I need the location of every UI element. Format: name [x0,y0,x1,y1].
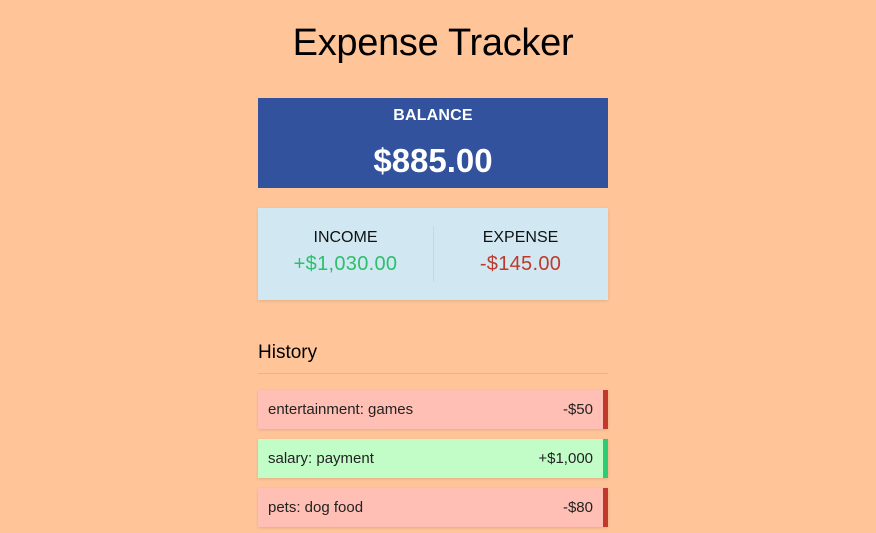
history-item-salary[interactable]: salary: payment +$1,000 [258,439,608,478]
expense-section: EXPENSE -$145.00 [433,208,608,300]
history-list: entertainment: games -$50 salary: paymen… [258,390,608,533]
history-title: History [258,342,318,363]
history-item-entertainment[interactable]: entertainment: games -$50 [258,390,608,429]
expense-label: EXPENSE [482,229,559,246]
history-item-text: entertainment: games [268,401,414,418]
history-item-pets[interactable]: pets: dog food -$80 [258,488,608,527]
income-expense-card: INCOME +$1,030.00 EXPENSE -$145.00 [258,208,608,300]
history-item-amount: +$1,000 [538,450,593,467]
history-divider [258,373,608,374]
expense-tracker-app: Expense Tracker BALANCE $885.00 INCOME +… [0,0,876,533]
expense-amount: -$145.00 [479,253,562,275]
income-amount: +$1,030.00 [293,253,398,275]
history-item-amount: -$80 [562,499,593,516]
history-item-text: pets: dog food [268,499,364,516]
balance-amount: $885.00 [373,142,493,179]
income-section: INCOME +$1,030.00 [258,208,433,300]
history-item-amount: -$50 [562,401,593,418]
balance-label: BALANCE [393,107,473,124]
page-title: Expense Tracker [292,22,574,64]
balance-card: BALANCE $885.00 [258,98,608,188]
income-label: INCOME [313,229,378,246]
history-item-text: salary: payment [268,450,374,467]
